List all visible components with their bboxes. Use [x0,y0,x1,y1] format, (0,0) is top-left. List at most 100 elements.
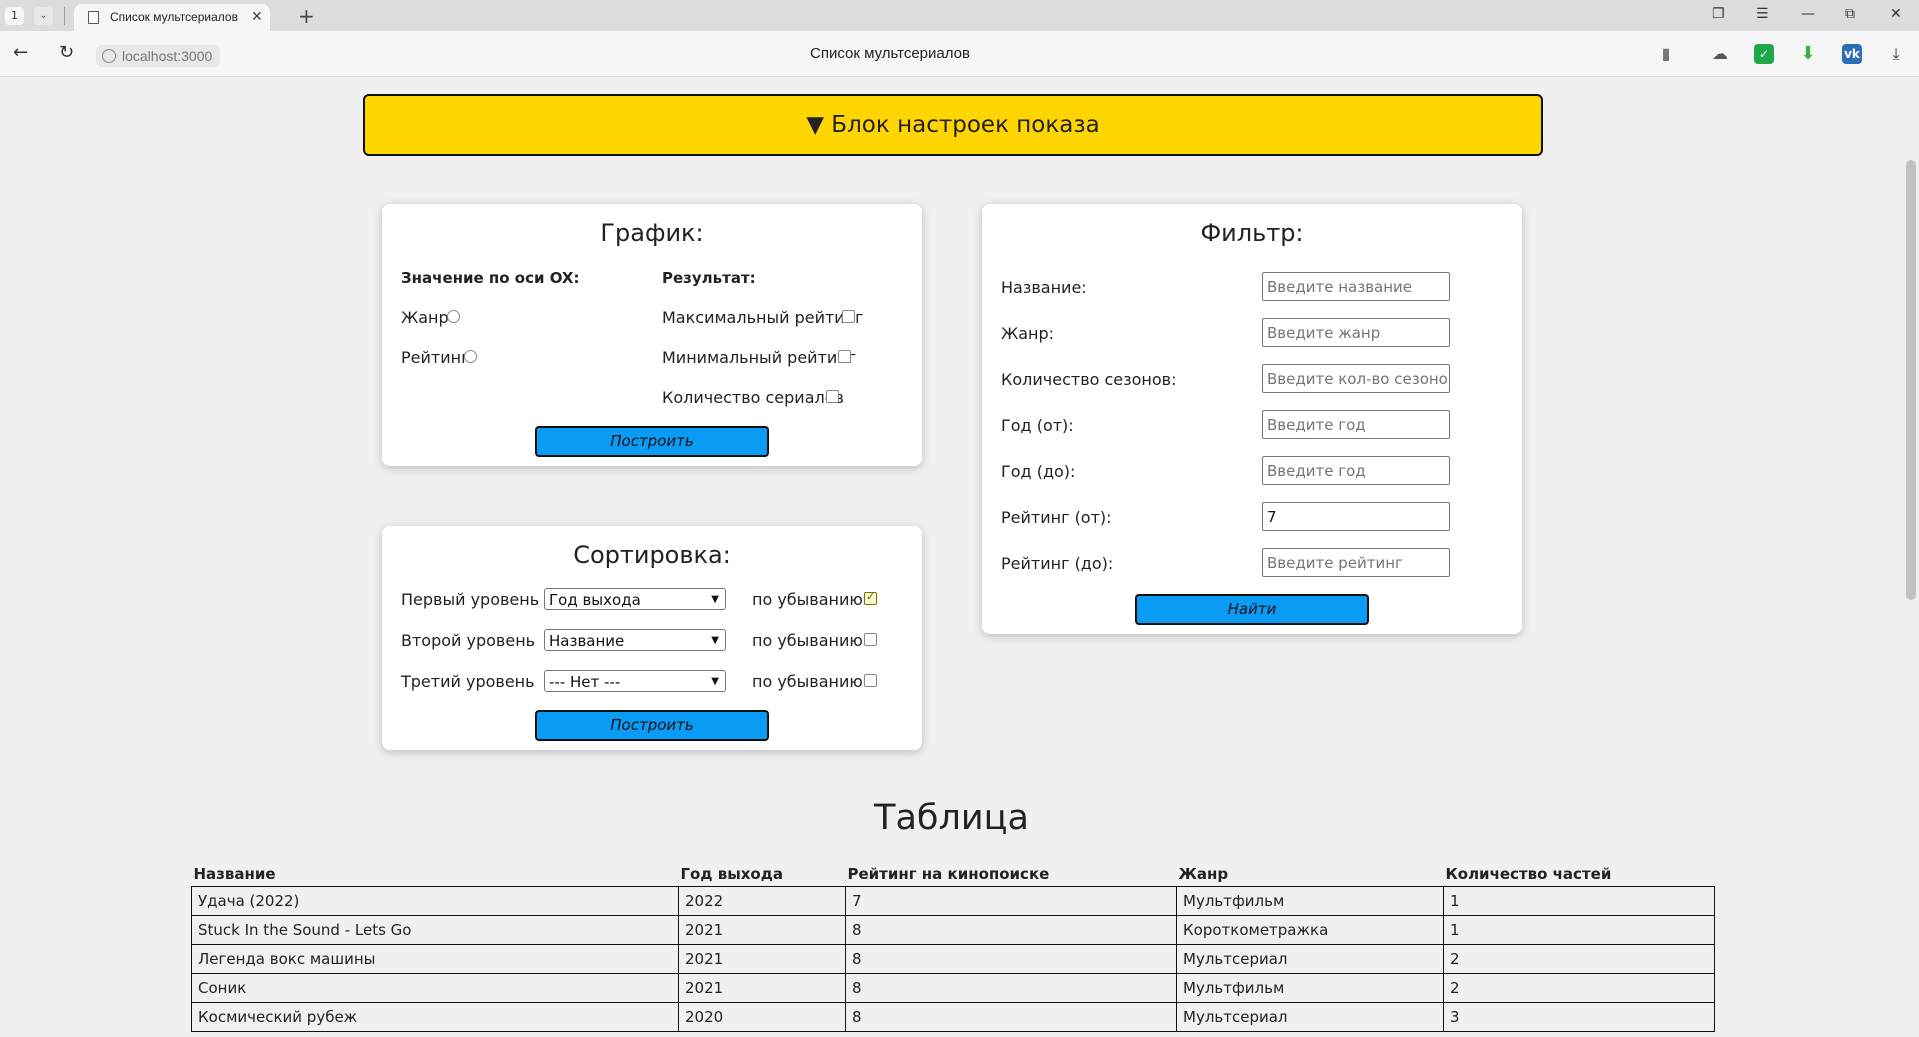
table-cell: Мультфильм [1176,973,1444,1003]
tab-close-icon[interactable]: ✕ [251,9,263,25]
sort-level-1-desc-checkbox[interactable] [864,590,877,605]
filter-rating-from-label: Рейтинг (от): [1001,508,1112,527]
table-cell: Соник [191,973,679,1003]
result-max-rating-label: Максимальный рейтинг [662,308,864,327]
filter-seasons-input[interactable] [1262,364,1450,393]
table-cell: 1 [1443,886,1715,916]
download-arrow-extension-icon[interactable]: ⬇ [1798,44,1818,64]
result-max-rating-checkbox[interactable] [842,310,855,323]
tab-count-badge[interactable]: 1 [5,7,24,25]
table-row: Легенда вокс машины 2021 8 Мультсериал 2 [191,944,1715,974]
column-header: Название [191,863,679,887]
vk-icon[interactable]: vk [1842,44,1862,64]
shield-icon[interactable]: ✓ [1754,44,1774,64]
tab-list-chevron-icon[interactable]: ⌄ [34,7,53,25]
series-table: Название Год выхода Рейтинг на кинопоиск… [191,863,1715,1032]
sort-panel: Сортировка: Первый уровень Год выхода ▼ п… [382,526,922,750]
chart-panel: График: Значение по оси OX: Результат: Ж… [382,204,922,466]
table-header-row: Название Год выхода Рейтинг на кинопоиск… [191,863,1715,887]
table-cell: 2020 [678,1002,846,1032]
column-header: Жанр [1176,863,1444,887]
table-row: Космический рубеж 2020 8 Мультсериал 3 [191,1002,1715,1032]
tab-bar: 1 ⌄ Список мультсериалов ✕ + ❐ ☰ — ⧉ ✕ [0,0,1919,31]
minimize-icon[interactable]: — [1801,6,1815,22]
address-bar: ← ↻ localhost:3000 Список мультсериалов … [0,31,1919,77]
table-cell: 2 [1443,973,1715,1003]
ox-option-genre-label: Жанр [401,308,449,327]
sort-level-3-desc-label: по убыванию? [752,672,872,691]
sort-level-3-label: Третий уровень [401,672,535,691]
ox-option-rating-radio[interactable] [464,350,477,363]
filter-year-from-label: Год (от): [1001,416,1074,435]
table-cell: 8 [845,944,1177,974]
filter-year-from-input[interactable] [1262,410,1450,439]
chevron-down-icon: ▼ [711,635,719,646]
sort-level-2-value: Название [549,632,625,650]
ox-heading: Значение по оси OX: [401,269,580,287]
filter-rating-from-input[interactable] [1262,502,1450,531]
column-header: Количество частей [1443,863,1715,887]
chevron-down-icon: ▼ [711,594,719,605]
sort-level-3-desc-checkbox[interactable] [864,674,877,687]
sort-level-2-desc-label: по убыванию? [752,631,872,650]
cloud-download-icon[interactable]: ☁ [1710,44,1730,64]
sort-level-2-select[interactable]: Название ▼ [544,629,726,651]
table-cell: Легенда вокс машины [191,944,679,974]
filter-year-to-input[interactable] [1262,456,1450,485]
table-cell: 7 [845,886,1177,916]
filter-name-label: Название: [1001,278,1087,297]
table-cell: Мультфильм [1176,886,1444,916]
table-cell: 2022 [678,886,846,916]
table-cell: Удача (2022) [191,886,679,916]
result-count-checkbox[interactable] [826,390,839,403]
sort-build-button[interactable]: Построить [535,710,769,741]
menu-hamburger-icon[interactable]: ☰ [1756,6,1769,22]
table-cell: 2021 [678,915,846,945]
filter-genre-label: Жанр: [1001,324,1055,343]
downloads-icon[interactable]: ⤓ [1886,44,1906,64]
table-heading: Таблица [874,798,1029,838]
sort-level-3-select[interactable]: --- Нет --- ▼ [544,670,726,692]
tab-title: Список мультсериалов [110,10,238,24]
restore-icon[interactable]: ⧉ [1845,6,1855,22]
result-min-rating-label: Минимальный рейтинг [662,348,857,367]
table-cell: Stuck In the Sound - Lets Go [191,915,679,945]
chart-panel-title: График: [600,219,704,247]
filter-name-input[interactable] [1262,272,1450,301]
sort-panel-title: Сортировка: [573,541,731,569]
filter-panel-title: Фильтр: [1200,219,1304,247]
result-min-rating-checkbox[interactable] [838,350,851,363]
new-tab-plus-icon[interactable]: + [298,4,315,28]
sort-level-3-value: --- Нет --- [549,673,621,691]
filter-seasons-label: Количество сезонов: [1001,370,1177,389]
window-close-icon[interactable]: ✕ [1890,6,1902,22]
bookmark-icon[interactable]: ▮ [1656,44,1676,64]
table-row: Соник 2021 8 Мультфильм 2 [191,973,1715,1003]
sort-level-1-select[interactable]: Год выхода ▼ [544,588,726,610]
filter-rating-to-input[interactable] [1262,548,1450,577]
sort-level-1-desc-label: по убыванию? [752,590,872,609]
table-cell: Мультсериал [1176,944,1444,974]
bookmarks-panel-icon[interactable]: ❐ [1712,6,1725,22]
settings-toggle-bar[interactable]: ▼ Блок настроек показа [363,94,1543,156]
chart-build-button[interactable]: Построить [535,426,769,457]
browser-tab[interactable]: Список мультсериалов ✕ [74,4,270,31]
ox-option-rating-label: Рейтинг [401,348,470,367]
result-heading: Результат: [662,269,756,287]
filter-find-button[interactable]: Найти [1135,594,1369,625]
filter-panel: Фильтр: Название: Жанр: Количество сезон… [982,204,1522,634]
scrollbar-thumb[interactable] [1906,160,1916,600]
column-header: Рейтинг на кинопоиске [845,863,1177,887]
table-cell: 8 [845,915,1177,945]
table-cell: 8 [845,1002,1177,1032]
sort-level-2-label: Второй уровень [401,631,536,650]
sort-level-2-desc-checkbox[interactable] [864,633,877,646]
table-cell: 2 [1443,944,1715,974]
table-row: Удача (2022) 2022 7 Мультфильм 1 [191,886,1715,916]
filter-rating-to-label: Рейтинг (до): [1001,554,1114,573]
page-title: Список мультсериалов [810,45,970,62]
table-row: Stuck In the Sound - Lets Go 2021 8 Коро… [191,915,1715,945]
filter-year-to-label: Год (до): [1001,462,1076,481]
filter-genre-input[interactable] [1262,318,1450,347]
ox-option-genre-radio[interactable] [447,310,460,323]
